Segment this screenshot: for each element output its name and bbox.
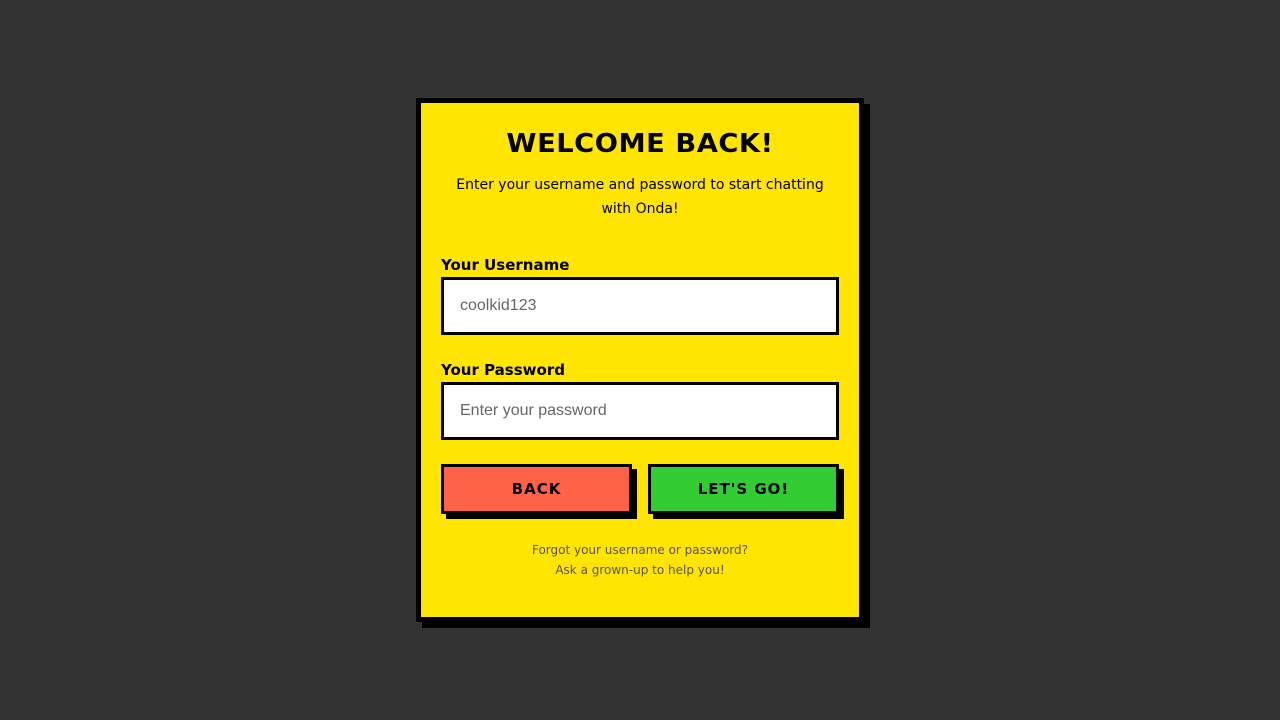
login-subtitle: Enter your username and password to star… xyxy=(456,177,824,217)
login-card: WELCOME BACK! Enter your username and pa… xyxy=(416,98,864,622)
lets-go-button[interactable]: LET'S GO! xyxy=(648,464,839,514)
back-button[interactable]: BACK xyxy=(441,464,632,514)
button-row: BACK LET'S GO! xyxy=(441,464,839,514)
username-label: Your Username xyxy=(441,256,570,274)
username-input[interactable] xyxy=(441,277,839,335)
help-line-grown-up: Ask a grown-up to help you! xyxy=(555,563,725,577)
help-line-forgot: Forgot your username or password? xyxy=(531,543,749,557)
help-text: Forgot your username or password? Ask a … xyxy=(441,540,839,580)
password-input[interactable] xyxy=(441,382,839,440)
password-label: Your Password xyxy=(441,361,565,379)
page-title: WELCOME BACK! xyxy=(506,129,774,159)
